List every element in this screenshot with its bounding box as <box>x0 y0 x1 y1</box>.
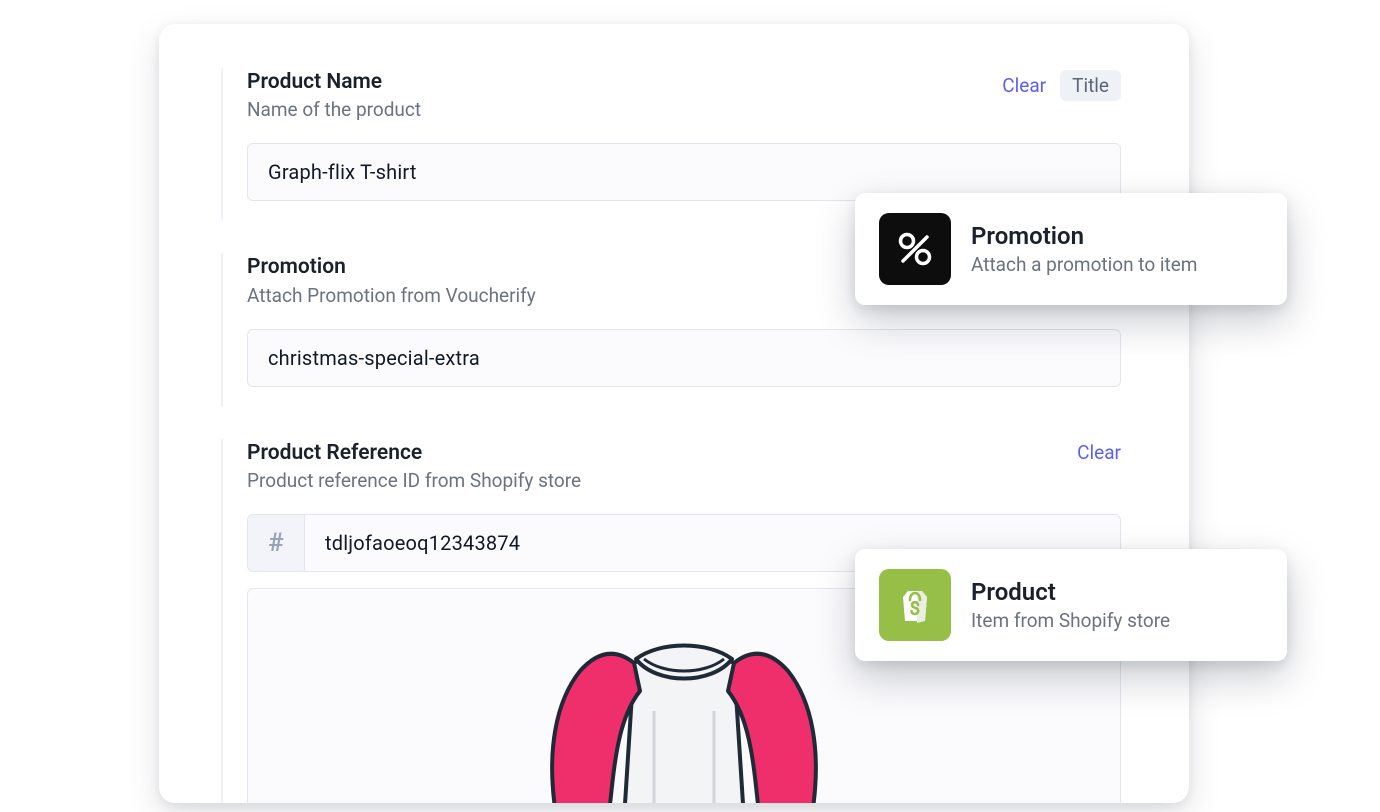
product-popover-text: Product Item from Shopify store <box>971 578 1170 633</box>
percent-icon <box>879 213 951 285</box>
editor-card: Product Name Name of the product Clear T… <box>159 24 1189 803</box>
promotion-label: Promotion <box>247 253 536 281</box>
product-reference-sublabel: Product reference ID from Shopify store <box>247 469 581 492</box>
promotion-input[interactable]: christmas-special-extra <box>247 329 1121 387</box>
product-name-section: Product Name Name of the product Clear T… <box>247 68 1121 201</box>
product-name-sublabel: Name of the product <box>247 98 421 121</box>
product-reference-header: Product Reference Product reference ID f… <box>247 439 1121 492</box>
tshirt-icon <box>504 601 864 803</box>
product-reference-label: Product Reference <box>247 439 581 467</box>
product-name-title-button[interactable]: Title <box>1060 70 1121 101</box>
product-reference-clear-button[interactable]: Clear <box>1077 441 1121 464</box>
product-name-label: Product Name <box>247 68 421 96</box>
shopify-icon <box>879 569 951 641</box>
promotion-popover[interactable]: Promotion Attach a promotion to item <box>855 193 1287 305</box>
product-name-header: Product Name Name of the product Clear T… <box>247 68 1121 121</box>
product-reference-actions: Clear <box>1077 439 1121 464</box>
product-name-actions: Clear Title <box>1002 68 1121 101</box>
product-popover-title: Product <box>971 578 1170 607</box>
hash-icon: # <box>248 515 305 571</box>
promotion-popover-desc: Attach a promotion to item <box>971 253 1197 276</box>
product-name-clear-button[interactable]: Clear <box>1002 74 1046 97</box>
promotion-sublabel: Attach Promotion from Voucherify <box>247 284 536 307</box>
promotion-popover-title: Promotion <box>971 222 1197 251</box>
promotion-popover-text: Promotion Attach a promotion to item <box>971 222 1197 277</box>
product-popover[interactable]: Product Item from Shopify store <box>855 549 1287 661</box>
product-popover-desc: Item from Shopify store <box>971 609 1170 632</box>
